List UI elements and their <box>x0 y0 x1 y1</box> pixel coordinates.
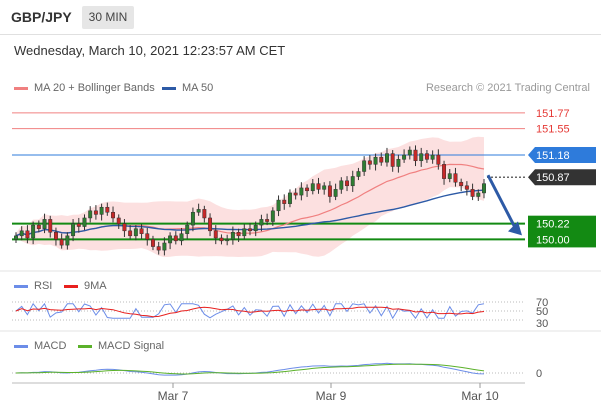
level-tag-label: 151.55 <box>536 124 570 136</box>
candle <box>208 217 213 232</box>
candle <box>356 171 361 177</box>
candle <box>327 185 332 197</box>
candle <box>436 154 441 165</box>
candle <box>350 176 355 187</box>
candle <box>413 149 418 162</box>
candle <box>453 173 458 183</box>
candle <box>265 219 270 222</box>
price-chart: 151.77151.55151.18150.87150.22150.007050… <box>0 108 601 403</box>
candle <box>128 230 133 237</box>
x-tick-label: Mar 7 <box>158 389 189 403</box>
candle <box>442 164 447 179</box>
candle <box>459 181 464 187</box>
candle <box>299 187 304 196</box>
candle <box>59 239 64 246</box>
candle <box>133 228 138 237</box>
candle <box>367 160 372 165</box>
candle <box>71 223 76 237</box>
candle <box>470 189 475 197</box>
candle <box>185 224 190 234</box>
support-tag-label: 150.22 <box>536 219 570 231</box>
candle <box>430 154 435 160</box>
candle <box>19 230 24 237</box>
candle <box>190 211 195 226</box>
candle <box>145 233 150 240</box>
candle <box>379 156 384 163</box>
candle <box>310 183 315 192</box>
candle <box>396 159 401 167</box>
candle <box>476 192 481 197</box>
x-tick-label: Mar 10 <box>461 389 499 403</box>
candle <box>105 206 110 213</box>
x-tick-label: Mar 9 <box>316 389 347 403</box>
candle <box>230 232 235 240</box>
rsi-level-label: 30 <box>536 318 548 330</box>
candle <box>259 219 264 226</box>
candle <box>168 235 173 244</box>
macd-zero-label: 0 <box>536 368 542 380</box>
candle <box>373 156 378 165</box>
candle <box>333 189 338 197</box>
candle <box>139 228 144 234</box>
candle <box>248 228 252 232</box>
pivot-tag-label: 151.18 <box>536 150 570 162</box>
candle <box>151 239 155 247</box>
candle <box>345 180 349 187</box>
current-price-tag-label: 150.87 <box>536 172 570 184</box>
candle <box>122 223 127 232</box>
level-tag-label: 151.77 <box>536 108 570 120</box>
candle <box>276 199 281 212</box>
candle <box>156 246 161 251</box>
candle <box>82 217 87 227</box>
candle <box>287 192 292 204</box>
candle <box>464 185 469 190</box>
candle <box>31 224 36 239</box>
forecast-arrow <box>486 174 518 231</box>
candle <box>236 232 241 237</box>
rsi-level-label: 50 <box>536 306 548 318</box>
candle <box>76 223 81 227</box>
candle <box>322 185 327 190</box>
candle <box>65 235 70 246</box>
candle <box>219 237 224 242</box>
candle <box>14 235 18 240</box>
candle <box>362 160 367 172</box>
candle <box>213 230 218 239</box>
candle <box>447 173 452 179</box>
candle <box>202 209 207 219</box>
candle <box>111 211 115 219</box>
candle <box>402 154 407 160</box>
candle <box>316 183 321 190</box>
candle <box>293 192 298 196</box>
candle <box>385 153 389 163</box>
candle <box>390 153 395 167</box>
candle <box>162 242 167 251</box>
candle <box>88 210 93 219</box>
candle <box>173 235 178 242</box>
candle <box>116 217 121 224</box>
candle <box>270 210 275 222</box>
candle <box>305 187 310 192</box>
candle <box>253 224 258 232</box>
candle <box>482 183 486 194</box>
candle <box>419 153 424 162</box>
candle <box>48 219 53 233</box>
candle <box>99 206 104 215</box>
candle <box>53 232 58 240</box>
candle <box>225 239 230 242</box>
candle <box>42 219 47 229</box>
candle <box>93 210 98 215</box>
support-tag-label: 150.00 <box>536 234 570 246</box>
candle <box>179 233 184 242</box>
candle <box>242 228 247 237</box>
candle <box>282 199 287 204</box>
candle <box>339 180 344 190</box>
candle <box>407 149 412 156</box>
candle <box>36 224 41 229</box>
candle <box>196 209 201 213</box>
candle <box>25 230 30 239</box>
candle <box>424 153 429 160</box>
